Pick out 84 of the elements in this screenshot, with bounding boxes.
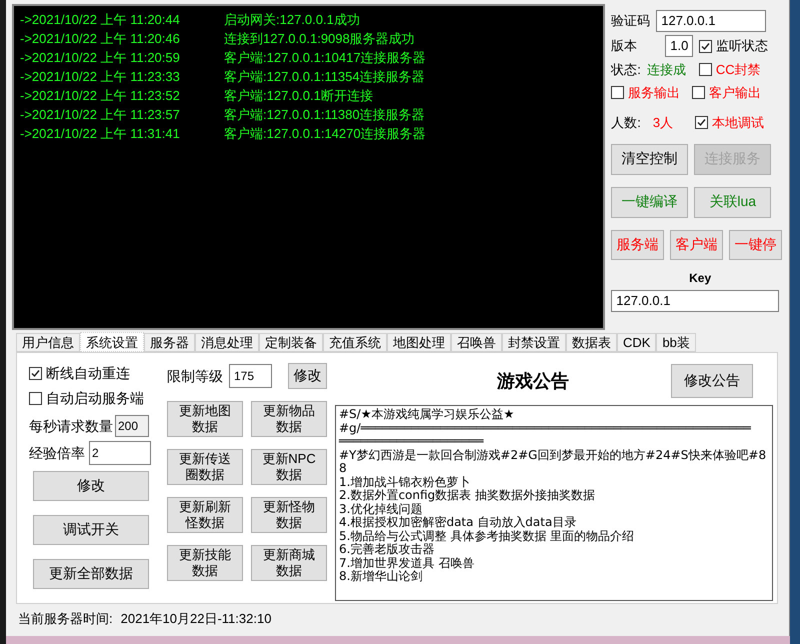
announcement-title: 游戏公告 — [496, 370, 570, 392]
log-message: 客户端:127.0.0.1:14270连接服务器 — [224, 125, 426, 143]
log-timestamp: ->2021/10/22 上午 11:20:59 — [20, 49, 181, 67]
log-message: 客户端:127.0.0.1:11380连接服务器 — [224, 106, 425, 124]
field-label: 人数: — [611, 114, 641, 132]
log-message: 客户端:127.0.0.1断开连接 — [224, 87, 373, 105]
announcement-textarea[interactable] — [335, 405, 773, 601]
action-button[interactable]: 更新物品数据 — [251, 401, 327, 437]
log-timestamp: ->2021/10/22 上午 11:23:33 — [20, 68, 181, 86]
announcement-line: #S/★本游戏纯属学习娱乐公益★ — [339, 408, 516, 422]
action-button[interactable]: 关联lua — [694, 186, 772, 218]
announcement-line: #Y梦幻西游是一款回合制游戏#2#G回到梦最开始的地方#24#S快来体验吧#88 — [339, 448, 768, 476]
field-label: 验证码 — [611, 12, 650, 30]
tab[interactable]: 召唤兽 — [451, 333, 502, 352]
status-label: 当前服务器时间: — [18, 610, 113, 628]
tab[interactable]: 封禁设置 — [502, 333, 566, 352]
checkbox[interactable]: 监听状态 — [699, 36, 768, 56]
tab[interactable]: 数据表 — [566, 333, 617, 352]
action-button[interactable]: 修改 — [33, 471, 149, 501]
tab[interactable]: bb装 — [656, 333, 696, 352]
log-message: 客户端:127.0.0.1:10417连接服务器 — [224, 49, 426, 67]
action-button[interactable]: 更新怪物数据 — [251, 497, 327, 533]
action-button[interactable]: 一键编译 — [611, 186, 688, 218]
tab[interactable]: 定制装备 — [259, 333, 323, 352]
captcha-field[interactable]: 127.0.0.1 — [656, 10, 766, 32]
tab[interactable]: 服务器 — [144, 333, 195, 352]
tab[interactable]: 用户信息 — [16, 333, 80, 352]
log-timestamp: ->2021/10/22 上午 11:20:46 — [20, 30, 181, 48]
field-label: 状态: — [611, 61, 641, 79]
level-field[interactable]: 175 — [229, 364, 272, 388]
checkmark-icon — [700, 40, 712, 52]
log-timestamp: ->2021/10/22 上午 11:31:41 — [20, 125, 181, 143]
field-label: 经验倍率 — [29, 444, 85, 462]
checkbox[interactable]: CC封禁 — [698, 60, 761, 80]
player-count: 3人 — [652, 114, 674, 132]
requests-field[interactable]: 200 — [115, 415, 149, 437]
log-message: 连接到127.0.0.1:9098服务器成功 — [224, 30, 415, 48]
log-message: 客户端:127.0.0.1:11354连接服务器 — [224, 68, 425, 86]
checkbox[interactable]: 自动启动服务端 — [29, 388, 151, 409]
announcement-line: 1.增加战斗锦衣粉色萝卜 — [339, 476, 472, 489]
tab[interactable]: 系统设置 — [80, 332, 144, 352]
server-time: 2021年10月22日-11:32:10 — [120, 610, 272, 628]
key-label: Key — [689, 270, 712, 286]
log-timestamp: ->2021/10/22 上午 11:23:52 — [20, 87, 181, 105]
announcement-line: #g/══════════════════════════════════════════════════════ — [339, 422, 752, 435]
log-timestamp: ->2021/10/22 上午 11:20:44 — [20, 11, 181, 29]
checkmark-icon — [30, 368, 41, 379]
log-timestamp: ->2021/10/22 上午 11:23:57 — [20, 106, 181, 124]
field-label: 每秒请求数量 — [29, 416, 113, 436]
action-button[interactable]: 修改 — [288, 363, 327, 389]
field-label: 版本 — [611, 37, 638, 56]
exp-rate-field[interactable]: 2 — [89, 441, 151, 465]
action-button[interactable]: 更新地图数据 — [167, 401, 243, 437]
action-button[interactable]: 清空控制 — [611, 144, 688, 174]
checkbox[interactable]: 服务输出 — [611, 82, 680, 102]
checkmark-icon — [696, 117, 707, 128]
announcement-line: ════════════════════ — [339, 435, 484, 448]
announcement-line: 7.增加世界发道具 召唤兽 — [339, 556, 476, 570]
action-button[interactable]: 更新技能数据 — [167, 545, 243, 581]
action-button[interactable]: 更新刷新怪数据 — [167, 497, 243, 533]
tab[interactable]: 消息处理 — [195, 333, 259, 352]
action-button[interactable]: 调试开关 — [33, 515, 149, 545]
key-field[interactable]: 127.0.0.1 — [611, 290, 780, 312]
announcement-line: 2.数据外置config数据表 抽奖数据外接抽奖数据 — [339, 489, 596, 502]
action-button[interactable]: 更新全部数据 — [33, 559, 149, 589]
checkbox[interactable]: 断线自动重连 — [29, 363, 151, 384]
status-text: 连接成 — [646, 61, 687, 79]
announcement-line: 5.物品给与公式调整 具体参考抽奖数据 里面的物品介绍 — [339, 530, 636, 542]
version-field[interactable]: 1.0 — [665, 35, 694, 57]
announcement-line: 6.完善老版攻击器 — [339, 543, 436, 556]
action-button[interactable]: 修改公告 — [671, 364, 753, 398]
checkbox[interactable]: 客户输出 — [692, 82, 762, 102]
announcement-line: 4.根据授权加密解密data 自动放入data目录 — [339, 516, 578, 530]
log-message: 启动网关:127.0.0.1成功 — [224, 11, 360, 29]
action-button[interactable]: 更新商城数据 — [251, 545, 327, 581]
announcement-line: 8.新增华山论剑 — [339, 570, 424, 584]
action-button[interactable]: 更新NPC数据 — [251, 449, 327, 485]
announcement-line: 3.优化掉线问题 — [339, 502, 424, 516]
tab[interactable]: CDK — [617, 333, 656, 352]
checkbox[interactable]: 本地调试 — [694, 113, 764, 132]
tab[interactable]: 充值系统 — [323, 333, 387, 352]
action-button[interactable]: 更新传送圈数据 — [167, 449, 243, 485]
tab[interactable]: 地图处理 — [387, 333, 451, 352]
field-label: 限制等级 — [167, 366, 223, 386]
